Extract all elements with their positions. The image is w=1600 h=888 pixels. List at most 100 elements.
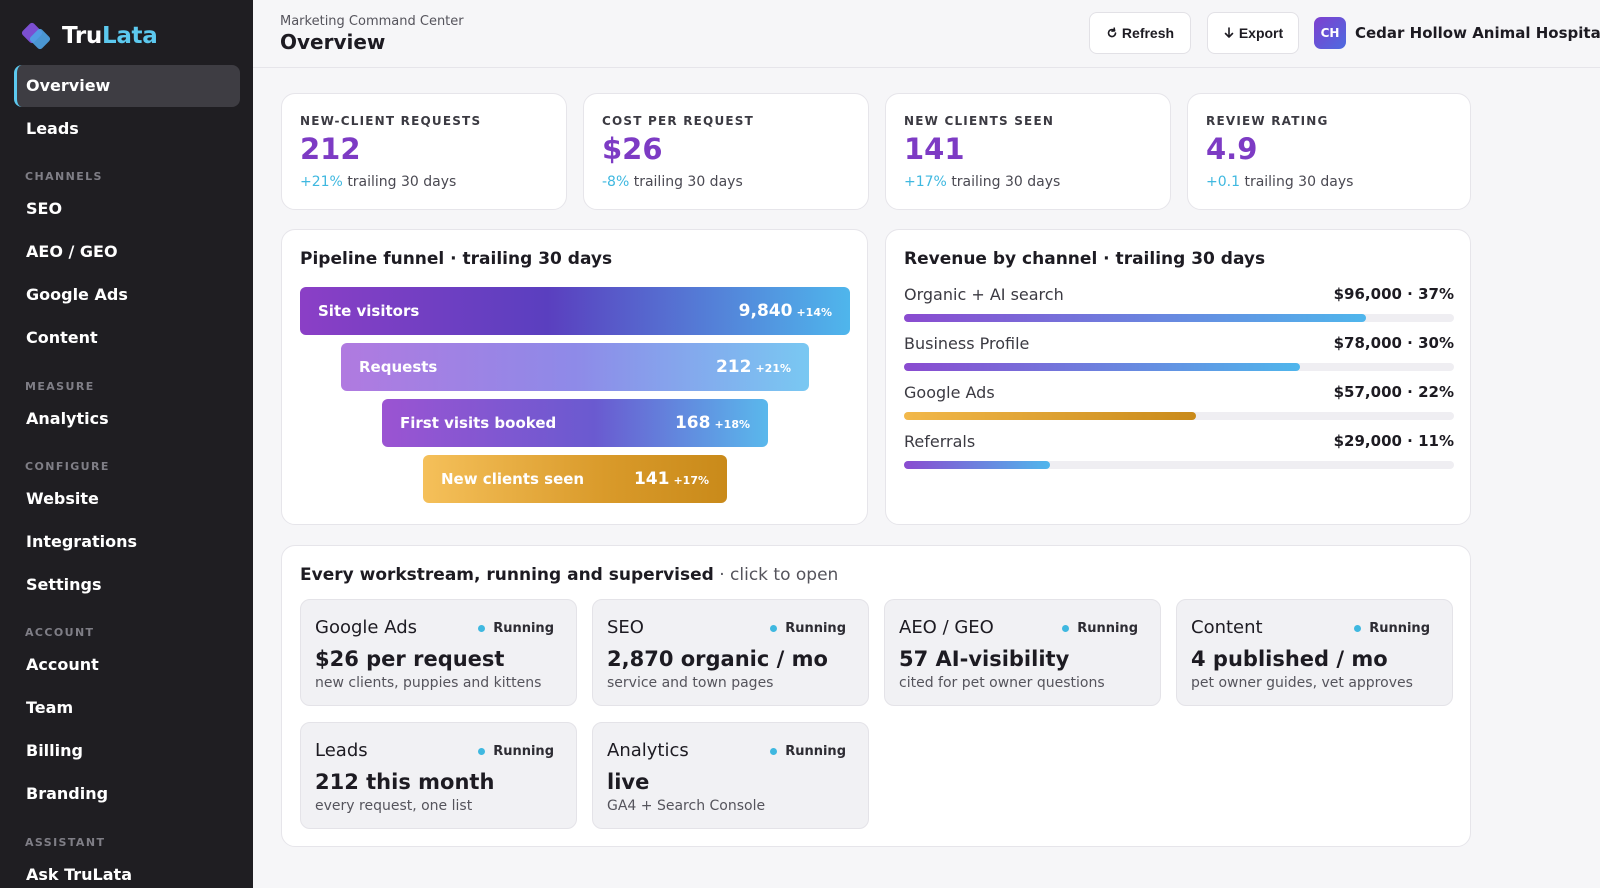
workstream-card-seo[interactable]: SEO Running 2,870 organic / mo service a…	[592, 599, 869, 706]
status-dot-icon	[478, 625, 486, 632]
avatar[interactable]: CH	[1314, 17, 1346, 49]
revenue-bar-track	[904, 412, 1454, 420]
kpi-footer: +0.1 trailing 30 days	[1206, 174, 1353, 190]
workstream-name: SEO	[607, 617, 644, 638]
status-label: Running	[785, 621, 846, 636]
brand-name: TruLata	[62, 23, 158, 49]
sidebar-item-branding[interactable]: Branding	[14, 773, 240, 815]
refresh-button[interactable]: Refresh	[1089, 12, 1191, 54]
funnel-stage[interactable]: First visits booked 168 +18%	[382, 399, 768, 447]
kpi-period: trailing 30 days	[633, 174, 743, 190]
kpi-label: COST PER REQUEST	[602, 114, 755, 128]
workstream-name: Analytics	[607, 740, 689, 761]
status-dot-icon	[1062, 625, 1070, 632]
brand-name-part1: Tru	[62, 23, 102, 49]
funnel-stage-label: New clients seen	[441, 470, 585, 488]
sidebar-item-website[interactable]: Website	[14, 478, 240, 520]
workstream-card-aeo-geo[interactable]: AEO / GEO Running 57 AI-visibility cited…	[884, 599, 1161, 706]
revenue-title: Revenue by channel · trailing 30 days	[904, 249, 1266, 269]
sidebar-item-content[interactable]: Content	[14, 317, 240, 359]
revenue-channel-amount: $29,000 · 11%	[1333, 432, 1454, 450]
kpi-label: REVIEW RATING	[1206, 114, 1329, 128]
sidebar-section-configure: CONFIGURE	[25, 460, 110, 473]
sidebar-item-team[interactable]: Team	[14, 687, 240, 729]
funnel-stage-value: 141 +17%	[634, 469, 709, 489]
funnel-stage-label: First visits booked	[400, 414, 557, 432]
workstreams-panel: Every workstream, running and supervised…	[281, 545, 1471, 847]
status-dot-icon	[770, 748, 778, 755]
status-badge: Running	[1354, 621, 1430, 636]
status-badge: Running	[478, 744, 554, 759]
sidebar-item-account[interactable]: Account	[14, 644, 240, 686]
kpi-value: $26	[602, 132, 663, 166]
kpi-value: 141	[904, 132, 965, 166]
status-badge: Running	[1062, 621, 1138, 636]
kpi-delta: +0.1	[1206, 174, 1240, 190]
funnel-stage-count: 168	[674, 413, 711, 433]
sidebar-item-integrations[interactable]: Integrations	[14, 521, 240, 563]
kpi-card-cost: COST PER REQUEST $26 -8% trailing 30 day…	[583, 93, 869, 210]
funnel-stage-count: 9,840	[738, 301, 793, 321]
funnel-stage-count: 212	[715, 357, 752, 377]
workstream-card-google-ads[interactable]: Google Ads Running $26 per request new c…	[300, 599, 577, 706]
workstream-card-content[interactable]: Content Running 4 published / mo pet own…	[1176, 599, 1453, 706]
page-title: Overview	[280, 30, 386, 54]
workstreams-hint: · click to open	[713, 565, 839, 585]
revenue-bar-track	[904, 314, 1454, 322]
sidebar-item-google-ads[interactable]: Google Ads	[14, 274, 240, 316]
funnel-stage-delta: +21%	[755, 362, 791, 375]
kpi-card-clients: NEW CLIENTS SEEN 141 +17% trailing 30 da…	[885, 93, 1171, 210]
download-arrow-icon	[1224, 27, 1234, 38]
sidebar: TruLata Overview Leads CHANNELS SEO AEO …	[0, 0, 253, 888]
kpi-delta: +17%	[904, 174, 947, 190]
funnel-stage-label: Requests	[359, 358, 438, 376]
sidebar-item-overview[interactable]: Overview	[14, 65, 240, 107]
revenue-bar-fill	[904, 363, 1300, 371]
status-label: Running	[785, 744, 846, 759]
sidebar-item-aeo-geo[interactable]: AEO / GEO	[14, 231, 240, 273]
refresh-label: Refresh	[1121, 25, 1175, 41]
funnel-stage[interactable]: Site visitors 9,840 +14%	[300, 287, 850, 335]
workstream-metric: 4 published / mo	[1191, 647, 1388, 671]
funnel-stage[interactable]: New clients seen 141 +17%	[423, 455, 727, 503]
kpi-period: trailing 30 days	[951, 174, 1061, 190]
revenue-bar-fill	[904, 461, 1050, 469]
workstream-metric: live	[607, 770, 650, 794]
sidebar-section-assistant: ASSISTANT	[25, 836, 106, 849]
status-badge: Running	[770, 744, 846, 759]
funnel-stage-delta: +18%	[714, 418, 750, 431]
workstream-name: Google Ads	[315, 617, 417, 638]
funnel-stage[interactable]: Requests 212 +21%	[341, 343, 809, 391]
status-badge: Running	[478, 621, 554, 636]
workstream-card-leads[interactable]: Leads Running 212 this month every reque…	[300, 722, 577, 829]
funnel-stage-delta: +17%	[673, 474, 709, 487]
pipeline-funnel-panel: Pipeline funnel · trailing 30 days Site …	[281, 229, 868, 525]
sidebar-item-seo[interactable]: SEO	[14, 188, 240, 230]
workstream-description: cited for pet owner questions	[899, 675, 1105, 691]
workstream-card-analytics[interactable]: Analytics Running live GA4 + Search Cons…	[592, 722, 869, 829]
sidebar-item-ask-trulata[interactable]: Ask TruLata	[14, 854, 240, 888]
status-dot-icon	[1354, 625, 1362, 632]
brand[interactable]: TruLata	[20, 21, 158, 51]
export-button[interactable]: Export	[1207, 12, 1299, 54]
sidebar-item-leads[interactable]: Leads	[14, 108, 240, 150]
status-dot-icon	[478, 748, 486, 755]
sidebar-item-billing[interactable]: Billing	[14, 730, 240, 772]
sidebar-item-settings[interactable]: Settings	[14, 564, 240, 606]
sidebar-item-analytics[interactable]: Analytics	[14, 398, 240, 440]
top-header: Marketing Command Center Overview Refres…	[253, 0, 1600, 68]
kpi-delta: -8%	[602, 174, 630, 190]
funnel-stage-value: 9,840 +14%	[739, 301, 832, 321]
revenue-bar-fill	[904, 412, 1196, 420]
revenue-channel-amount: $78,000 · 30%	[1333, 334, 1454, 352]
kpi-label: NEW-CLIENT REQUESTS	[300, 114, 482, 128]
kpi-footer: -8% trailing 30 days	[602, 174, 743, 190]
revenue-by-channel-panel: Revenue by channel · trailing 30 days Or…	[885, 229, 1471, 525]
org-name[interactable]: Cedar Hollow Animal Hospital	[1355, 24, 1600, 42]
funnel-title: Pipeline funnel · trailing 30 days	[300, 249, 613, 269]
sidebar-section-channels: CHANNELS	[25, 170, 103, 183]
kpi-value: 4.9	[1206, 132, 1258, 166]
kpi-card-rating: REVIEW RATING 4.9 +0.1 trailing 30 days	[1187, 93, 1471, 210]
funnel-stage-value: 212 +21%	[716, 357, 791, 377]
workstream-description: service and town pages	[607, 675, 774, 691]
